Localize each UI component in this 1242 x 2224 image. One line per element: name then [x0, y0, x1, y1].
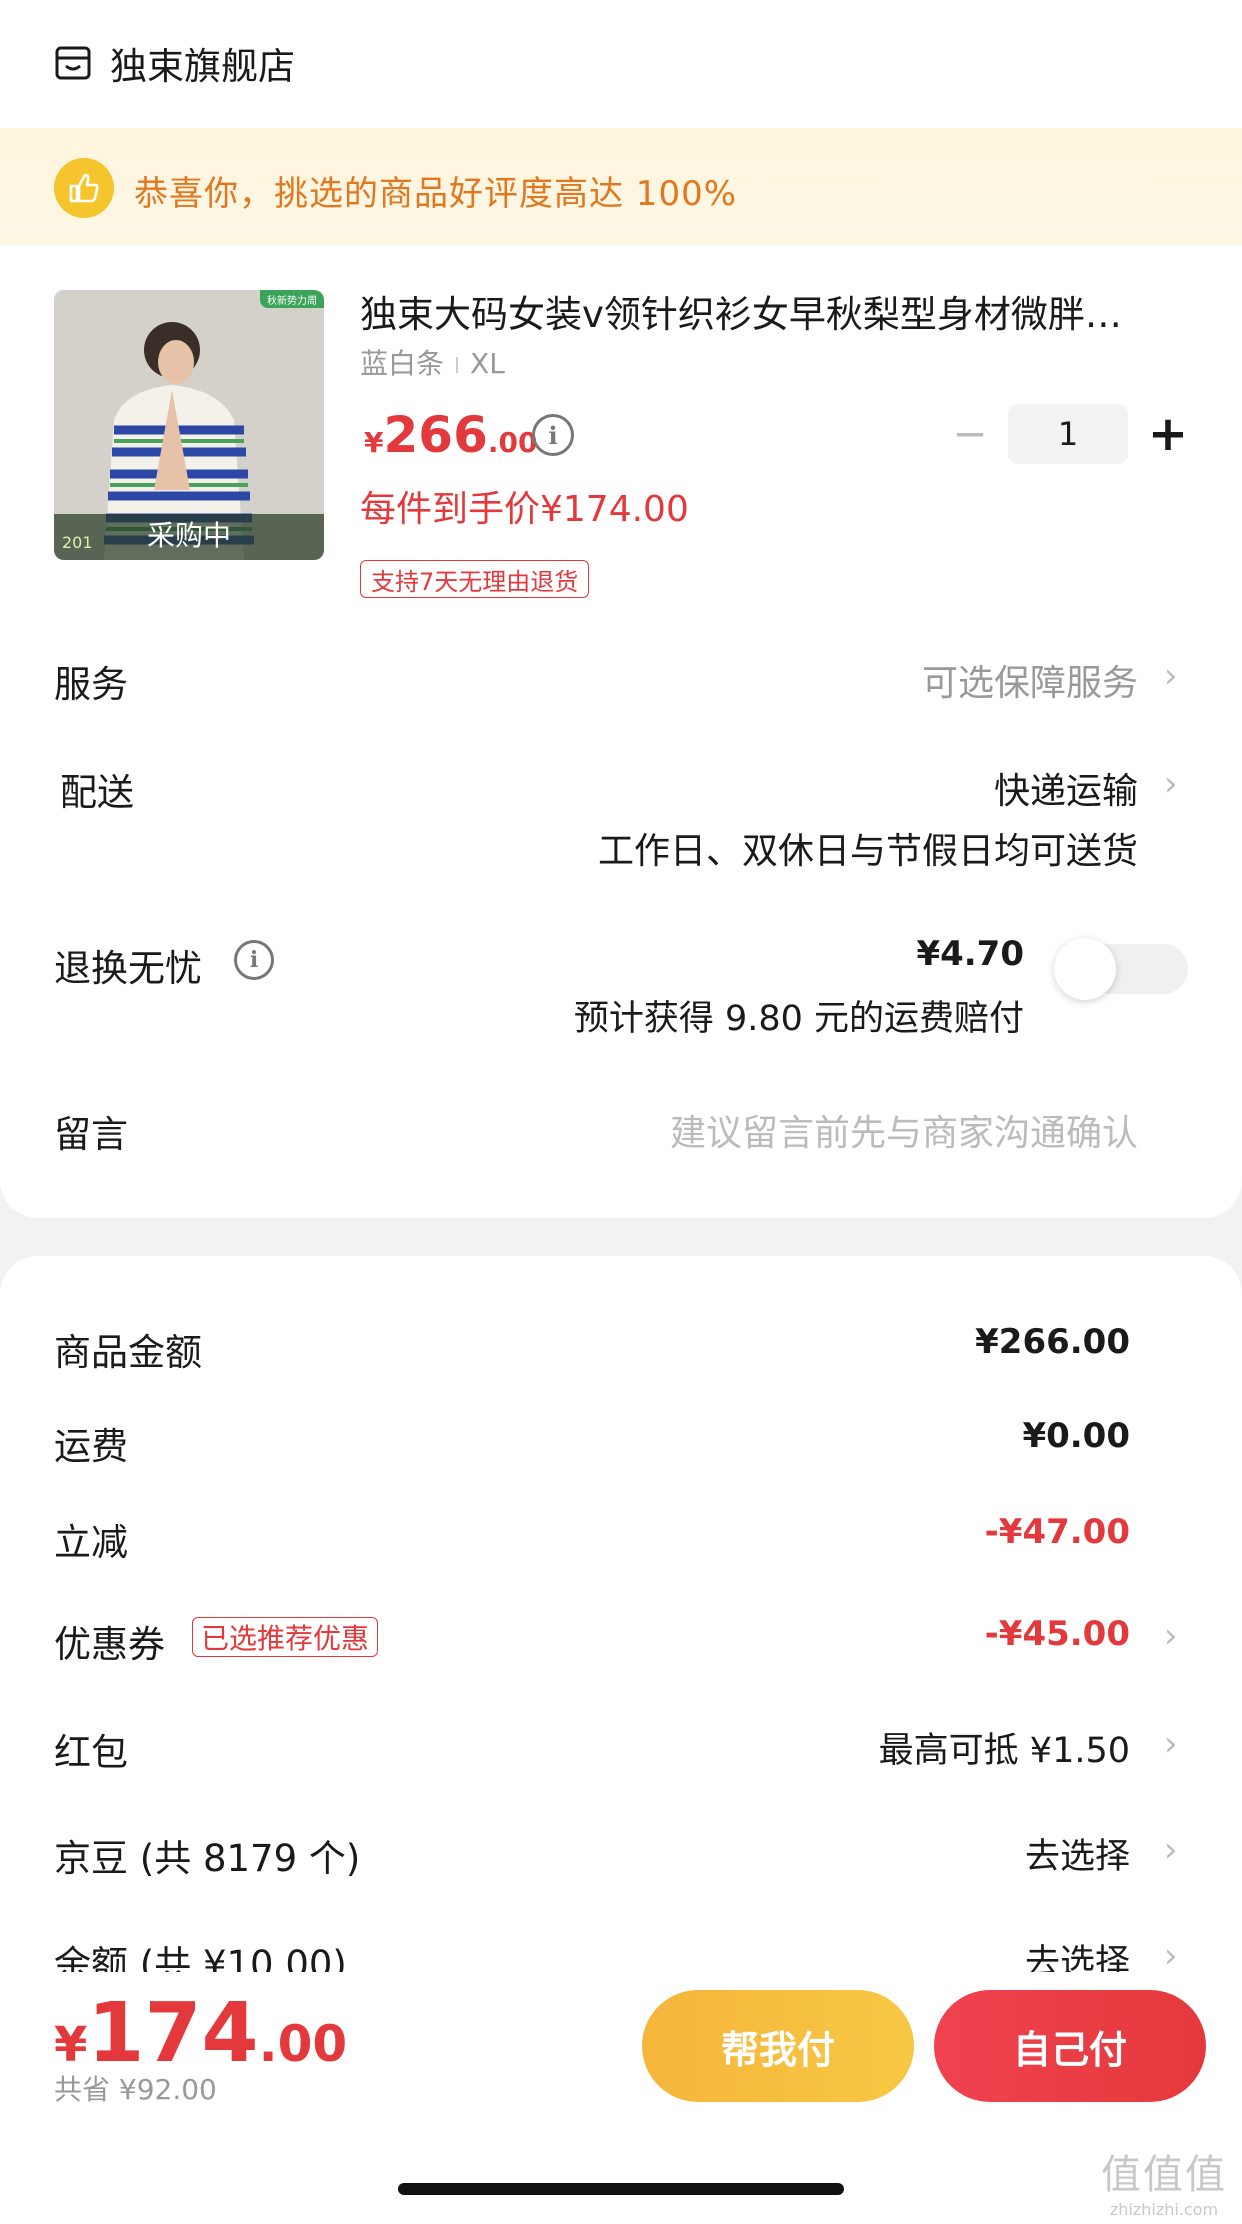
product-title[interactable]: 独束大码女装v领针织衫女早秋梨型身材微胖… [360, 284, 1190, 338]
instant-discount-label: 立减 [54, 1521, 128, 1564]
quantity-input[interactable]: 1 [1008, 404, 1128, 464]
store-header[interactable]: 独束旗舰店 [54, 36, 295, 90]
goods-amount-label: 商品金额 [54, 1331, 202, 1374]
return-service-price: ¥4.70 [916, 934, 1024, 974]
store-icon [55, 46, 91, 80]
message-label: 留言 [54, 1113, 128, 1156]
coupon-value[interactable]: -¥45.00 [985, 1614, 1130, 1654]
shipping-value: ¥0.00 [1022, 1416, 1130, 1456]
unit-final-price: 每件到手价¥174.00 [360, 489, 689, 530]
red-packet-value[interactable]: 最高可抵 ¥1.50 [879, 1722, 1130, 1773]
toggle-knob [1054, 938, 1116, 1000]
purchasing-label: 采购中 [146, 519, 231, 552]
return-service-toggle[interactable] [1054, 938, 1188, 1000]
price-decimal: .00 [487, 426, 538, 459]
red-packet-chevron-icon[interactable]: › [1164, 1727, 1182, 1761]
total-price: ¥ 174 .00 [54, 1986, 347, 2081]
return-policy-tag: 支持7天无理由退货 [360, 560, 590, 598]
delivery-label: 配送 [60, 771, 134, 814]
product-spec[interactable]: 蓝白条 XL [360, 342, 505, 382]
praise-text: 恭喜你，挑选的商品好评度高达 100% [134, 174, 738, 214]
coupon-recommended-tag: 已选推荐优惠 [192, 1617, 379, 1657]
jingdou-label: 京豆 (共 8179 个) [54, 1837, 361, 1880]
delivery-method[interactable]: 快递运输 [994, 762, 1138, 814]
self-pay-button[interactable]: 自己付 [934, 1990, 1206, 2102]
delivery-chevron-icon[interactable]: › [1164, 767, 1182, 801]
product-image[interactable]: 秋新势力周 201 采购中 [54, 290, 324, 560]
service-chevron-icon[interactable]: › [1164, 659, 1182, 693]
help-pay-button[interactable]: 帮我付 [642, 1990, 914, 2102]
watermark: 值值值 zhizhizhi.com [1094, 2142, 1234, 2219]
home-indicator[interactable] [398, 2183, 844, 2195]
product-price: ¥ 266 .00 [364, 406, 537, 464]
total-symbol: ¥ [54, 2017, 88, 2073]
delivery-note: 工作日、双休日与节假日均可送货 [597, 831, 1138, 872]
instant-discount-value: -¥47.00 [984, 1512, 1130, 1552]
jingdou-chevron-icon[interactable]: › [1164, 1833, 1182, 1867]
coupon-label: 优惠券 [54, 1623, 165, 1666]
return-service-label: 退换无忧 [54, 947, 202, 990]
balance-chevron-icon[interactable]: › [1164, 1939, 1182, 1973]
shipping-label: 运费 [54, 1425, 128, 1468]
praise-banner: 恭喜你，挑选的商品好评度高达 100% [0, 128, 1242, 246]
image-badge: 秋新势力周 [260, 290, 324, 308]
red-packet-label: 红包 [54, 1731, 128, 1774]
thumbs-up-icon [54, 158, 114, 218]
goods-amount-value: ¥266.00 [975, 1322, 1130, 1362]
total-saved: 共省 ¥92.00 [54, 2073, 217, 2106]
spec-size: XL [470, 347, 505, 380]
coupon-chevron-icon[interactable]: › [1164, 1619, 1182, 1653]
price-symbol: ¥ [364, 426, 384, 459]
spec-divider [456, 357, 459, 373]
store-name: 独束旗舰店 [110, 45, 295, 88]
watermark-url: zhizhizhi.com [1109, 2200, 1219, 2219]
quantity-decrease-button[interactable]: − [950, 409, 990, 458]
total-integer: 174 [87, 1986, 259, 2081]
service-label: 服务 [54, 663, 128, 706]
jingdou-value[interactable]: 去选择 [1025, 1828, 1130, 1879]
message-input[interactable]: 建议留言前先与商家沟通确认 [670, 1104, 1138, 1156]
price-info-icon[interactable]: i [532, 414, 574, 456]
watermark-logo: 值值值 [1101, 2152, 1227, 2198]
service-value[interactable]: 可选保障服务 [922, 654, 1138, 706]
spec-color: 蓝白条 [360, 347, 445, 380]
total-decimal: .00 [258, 2015, 348, 2073]
return-info-icon[interactable]: i [234, 940, 274, 980]
quantity-increase-button[interactable]: + [1146, 404, 1190, 464]
return-service-note: 预计获得 9.80 元的运费赔付 [573, 999, 1024, 1039]
price-integer: 266 [383, 406, 488, 464]
